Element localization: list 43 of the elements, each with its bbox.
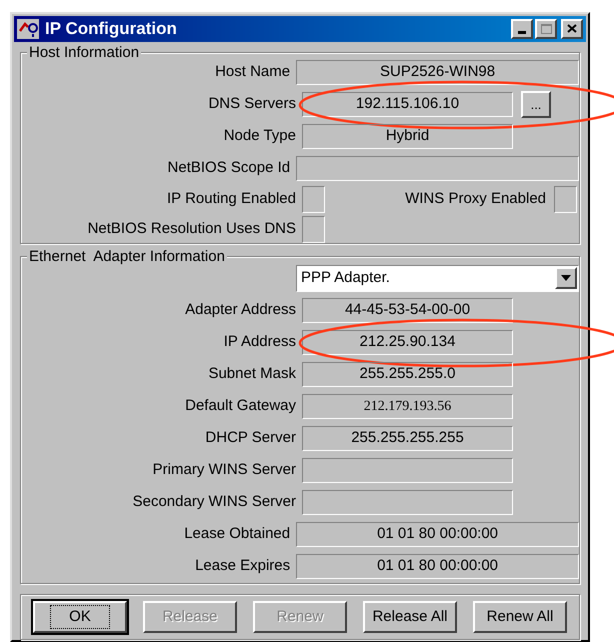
field-label: Subnet Mask <box>207 364 297 384</box>
checkbox-label: WINS Proxy Enabled <box>405 189 547 210</box>
dialog-button[interactable]: Renew All <box>473 601 567 634</box>
dialog-button[interactable]: Release All <box>363 601 457 634</box>
field-label: IP Address <box>222 332 297 352</box>
maximize-button[interactable] <box>535 18 557 39</box>
value-field: 212.25.90.134 <box>302 330 513 356</box>
value-field: 44-45-53-54-00-00 <box>302 298 513 324</box>
field-label: DNS Servers <box>207 94 297 114</box>
window-title: IP Configuration <box>45 18 177 40</box>
value-field: 192.115.106.10 <box>302 92 513 118</box>
field-label: Node Type <box>222 126 297 146</box>
value-field: 212.179.193.56 <box>302 394 513 420</box>
adapter-dropdown[interactable]: PPP Adapter. <box>296 264 579 292</box>
close-button[interactable] <box>561 18 583 39</box>
field-label: Secondary WINS Server <box>132 492 297 512</box>
more-button[interactable]: ... <box>521 91 551 118</box>
field-label: Adapter Address <box>184 300 297 320</box>
checkbox-label: NetBIOS Resolution Uses DNS <box>86 219 297 240</box>
field-label: NetBIOS Scope Id <box>166 158 292 178</box>
dropdown-arrow-icon <box>561 275 571 282</box>
value-field: 255.255.255.0 <box>302 362 513 388</box>
checkbox[interactable] <box>302 186 325 214</box>
value-field: 01 01 80 00:00:00 <box>296 522 579 548</box>
value-field: Hybrid <box>302 124 513 150</box>
field-label: Default Gateway <box>184 396 297 416</box>
close-icon <box>567 24 577 34</box>
checkbox-label: IP Routing Enabled <box>166 189 297 210</box>
app-icon <box>17 18 39 39</box>
minimize-button[interactable] <box>511 18 533 39</box>
checkbox[interactable] <box>554 186 577 214</box>
value-field: SUP2526-WIN98 <box>296 60 579 86</box>
field-label: Lease Expires <box>194 556 292 576</box>
dialog-button[interactable]: OK <box>33 601 127 634</box>
field-label: DHCP Server <box>204 428 297 448</box>
checkbox[interactable] <box>302 216 325 244</box>
field-label: Primary WINS Server <box>152 460 297 480</box>
maximize-icon <box>540 24 552 34</box>
minimize-icon <box>518 30 526 34</box>
field-label: Lease Obtained <box>183 524 292 544</box>
value-field: 01 01 80 00:00:00 <box>296 554 579 580</box>
field-label: Host Name <box>214 62 292 82</box>
value-field: 255.255.255.255 <box>302 426 513 452</box>
